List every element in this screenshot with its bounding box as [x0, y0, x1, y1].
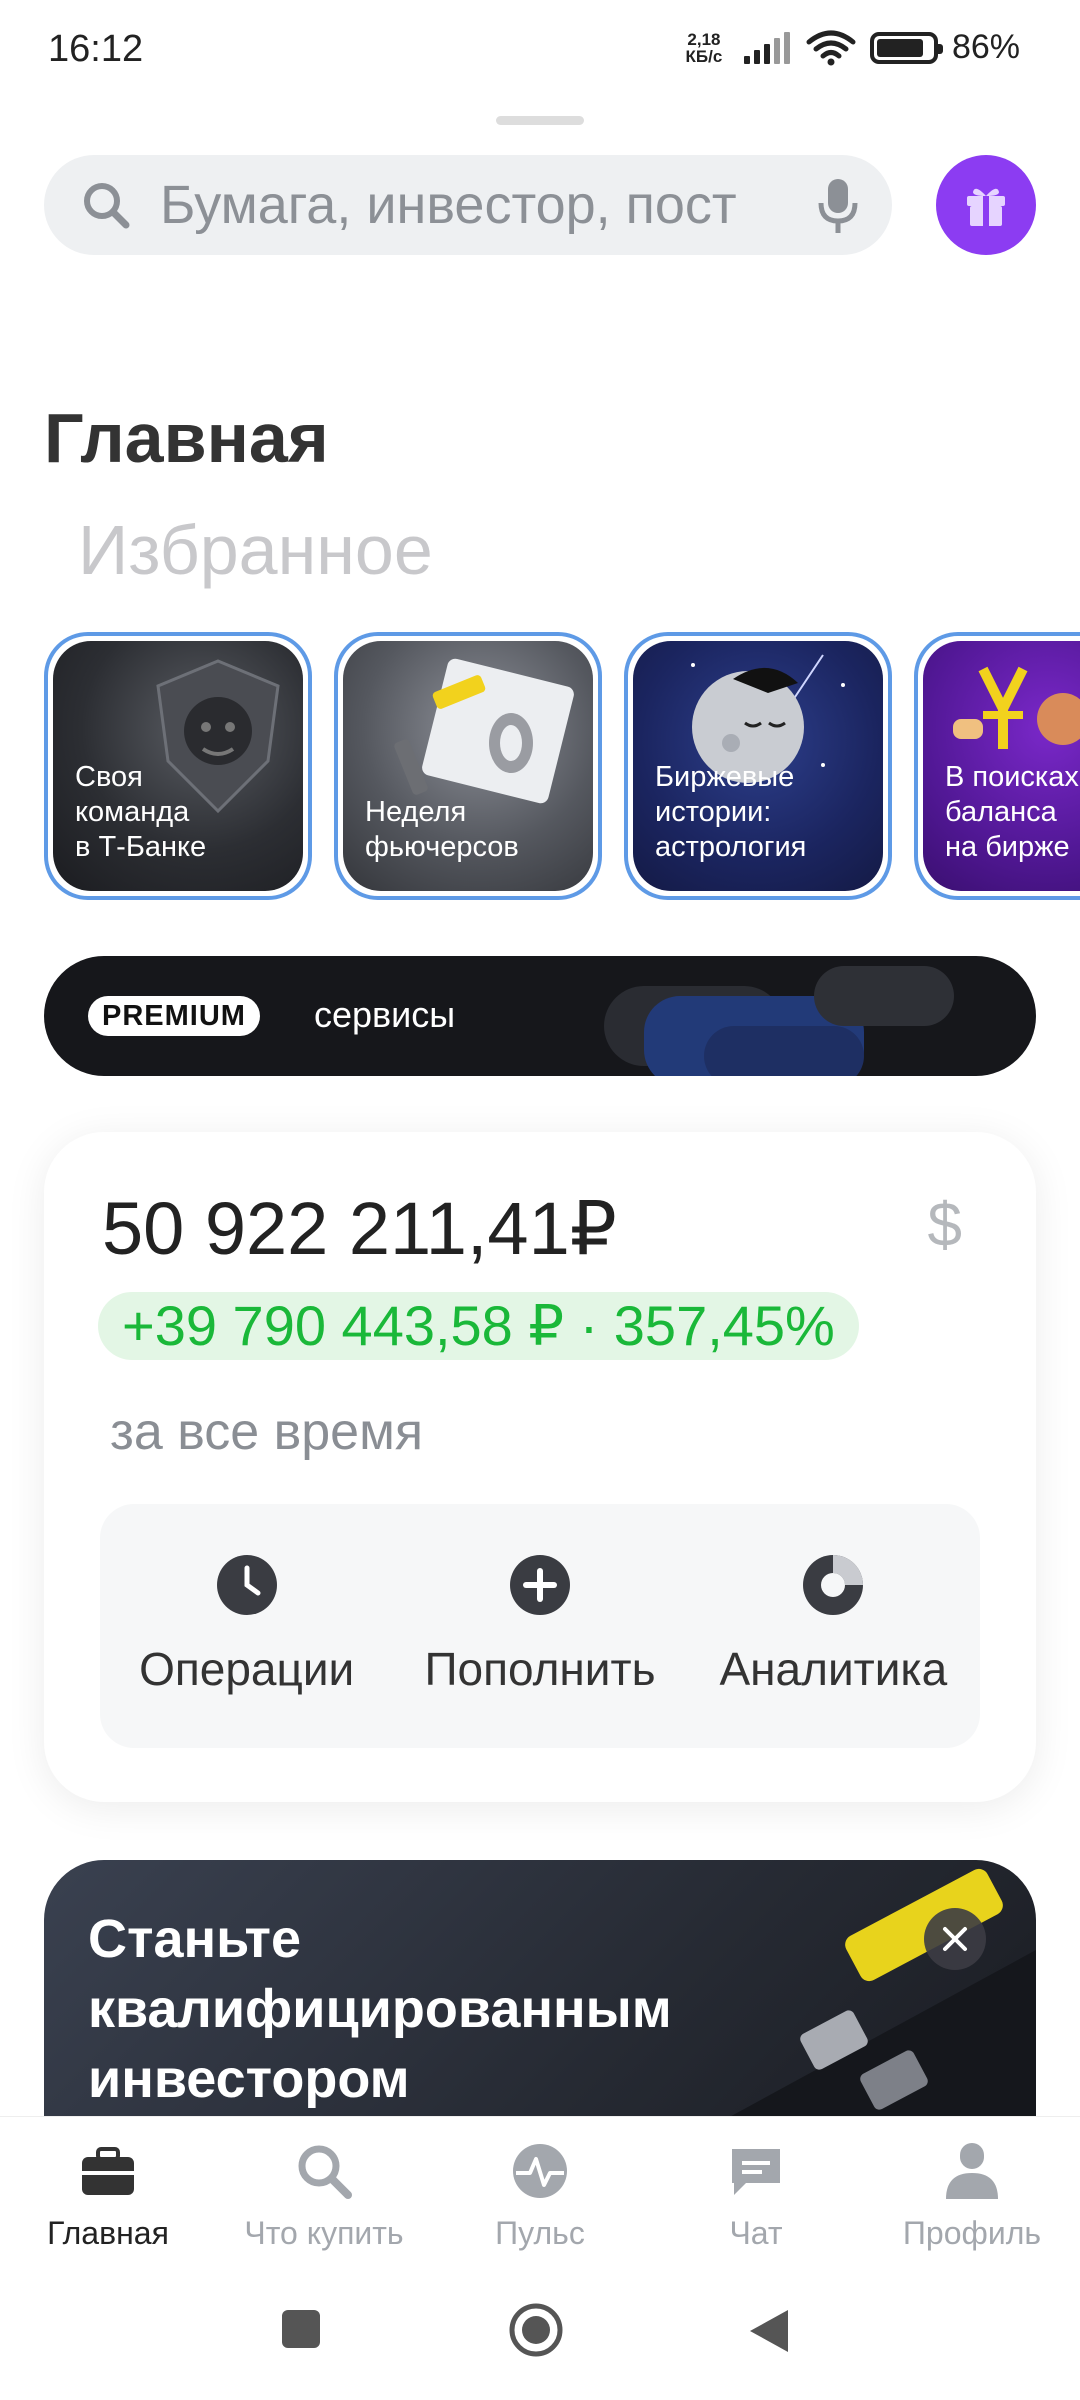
story-title: В поисках баланса на бирже — [945, 761, 1079, 863]
status-time: 16:12 — [48, 28, 144, 70]
mic-icon[interactable] — [818, 177, 858, 235]
gift-icon — [967, 188, 1005, 226]
tab-favorites[interactable]: Избранное — [78, 510, 433, 590]
search-icon — [84, 183, 130, 229]
operations-button[interactable]: Операции — [100, 1504, 393, 1748]
portfolio-total: 50 922 211,41₽ — [102, 1187, 617, 1270]
recents-icon[interactable] — [280, 2308, 322, 2350]
story-card[interactable]: Своя команда в Т-Банке — [44, 632, 312, 900]
tab-pulse[interactable]: Пульс — [432, 2117, 648, 2272]
stories-carousel[interactable]: Своя команда в Т-Банке Неделя фьючерсов — [44, 632, 1080, 902]
story-card[interactable]: Неделя фьючерсов — [334, 632, 602, 900]
briefcase-icon — [82, 2147, 134, 2195]
status-bar: 16:12 2,18 КБ/с 86% — [0, 0, 1080, 100]
operations-label: Операции — [139, 1643, 355, 1695]
gift-button[interactable] — [936, 155, 1036, 255]
network-speed-value: 2,18 — [687, 29, 721, 49]
wifi-icon — [806, 30, 856, 65]
search-icon — [298, 2145, 352, 2199]
back-icon[interactable] — [748, 2308, 790, 2354]
tab-profile-label: Профиль — [902, 2215, 1042, 2251]
signal-icon — [743, 31, 790, 64]
premium-services-banner[interactable]: PREMIUM сервисы — [44, 956, 1036, 1076]
analytics-label: Аналитика — [719, 1643, 948, 1695]
promo-title: Станьте квалифицированным инвестором — [88, 1909, 672, 2109]
clock-icon — [216, 1555, 277, 1615]
story-title: Своя команда в Т-Банке — [75, 761, 207, 863]
bottom-tab-bar: Главная Что купить Пульс Чат Профиль — [0, 2116, 1080, 2272]
chat-icon — [732, 2149, 780, 2195]
top-up-label: Пополнить — [424, 1643, 656, 1695]
story-card[interactable]: Биржевые истории: астрология — [624, 632, 892, 900]
premium-badge: PREMIUM — [88, 996, 260, 1036]
tab-pulse-label: Пульс — [495, 2215, 585, 2251]
story-image: Своя команда в Т-Банке — [53, 641, 303, 891]
portfolio-change: +39 790 443,58 ₽ · 357,45% — [98, 1292, 859, 1360]
story-title: Неделя фьючерсов — [365, 796, 519, 863]
qualified-investor-banner[interactable]: Станьте квалифицированным инвестором — [44, 1860, 1036, 2120]
tab-home[interactable]: Главная — [0, 2117, 216, 2272]
tab-chat-label: Чат — [729, 2215, 783, 2251]
network-speed: 2,18 КБ/с — [680, 31, 728, 65]
story-image: В поисках баланса на бирже — [923, 641, 1080, 891]
system-navigation-bar — [0, 2272, 1080, 2400]
premium-decoration — [604, 966, 954, 1076]
period-selector[interactable]: за все время — [110, 1402, 423, 1462]
tab-home-label: Главная — [47, 2215, 169, 2251]
sheet-grabber[interactable] — [496, 116, 584, 125]
portfolio-actions: Операции Пополнить Аналитика — [100, 1504, 980, 1748]
close-icon — [943, 1927, 967, 1951]
tab-what-to-buy-label: Что купить — [244, 2215, 404, 2251]
home-icon[interactable] — [508, 2302, 564, 2358]
portfolio-card[interactable]: 50 922 211,41₽ $ +39 790 443,58 ₽ · 357,… — [44, 1132, 1036, 1802]
battery-percent: 86% — [951, 28, 1020, 66]
tab-what-to-buy[interactable]: Что купить — [216, 2117, 432, 2272]
page-title-main[interactable]: Главная — [44, 398, 329, 478]
search-input[interactable]: Бумага, инвестор, пост — [160, 174, 780, 236]
tab-profile[interactable]: Профиль — [864, 2117, 1080, 2272]
story-image: Неделя фьючерсов — [343, 641, 593, 891]
top-up-button[interactable]: Пополнить — [393, 1504, 686, 1748]
plus-icon — [509, 1555, 570, 1615]
profile-icon — [946, 2143, 998, 2199]
analytics-button[interactable]: Аналитика — [687, 1504, 980, 1748]
premium-label: сервисы — [314, 994, 456, 1035]
story-card[interactable]: В поисках баланса на бирже — [914, 632, 1080, 900]
promo-close-button[interactable] — [924, 1908, 986, 1970]
story-title: Биржевые истории: астрология — [655, 761, 807, 863]
donut-chart-icon — [803, 1555, 864, 1615]
battery-fill — [876, 38, 924, 57]
story-image: Биржевые истории: астрология — [633, 641, 883, 891]
battery-icon — [869, 31, 943, 64]
calendar-icon — [394, 658, 574, 804]
network-speed-unit: КБ/с — [685, 46, 723, 66]
tab-chat[interactable]: Чат — [648, 2117, 864, 2272]
search-bar[interactable]: Бумага, инвестор, пост — [44, 155, 892, 255]
status-icons: 2,18 КБ/с 86% — [680, 28, 1020, 67]
pulse-icon — [513, 2144, 567, 2198]
currency-switch-button[interactable]: $ — [928, 1190, 962, 1261]
